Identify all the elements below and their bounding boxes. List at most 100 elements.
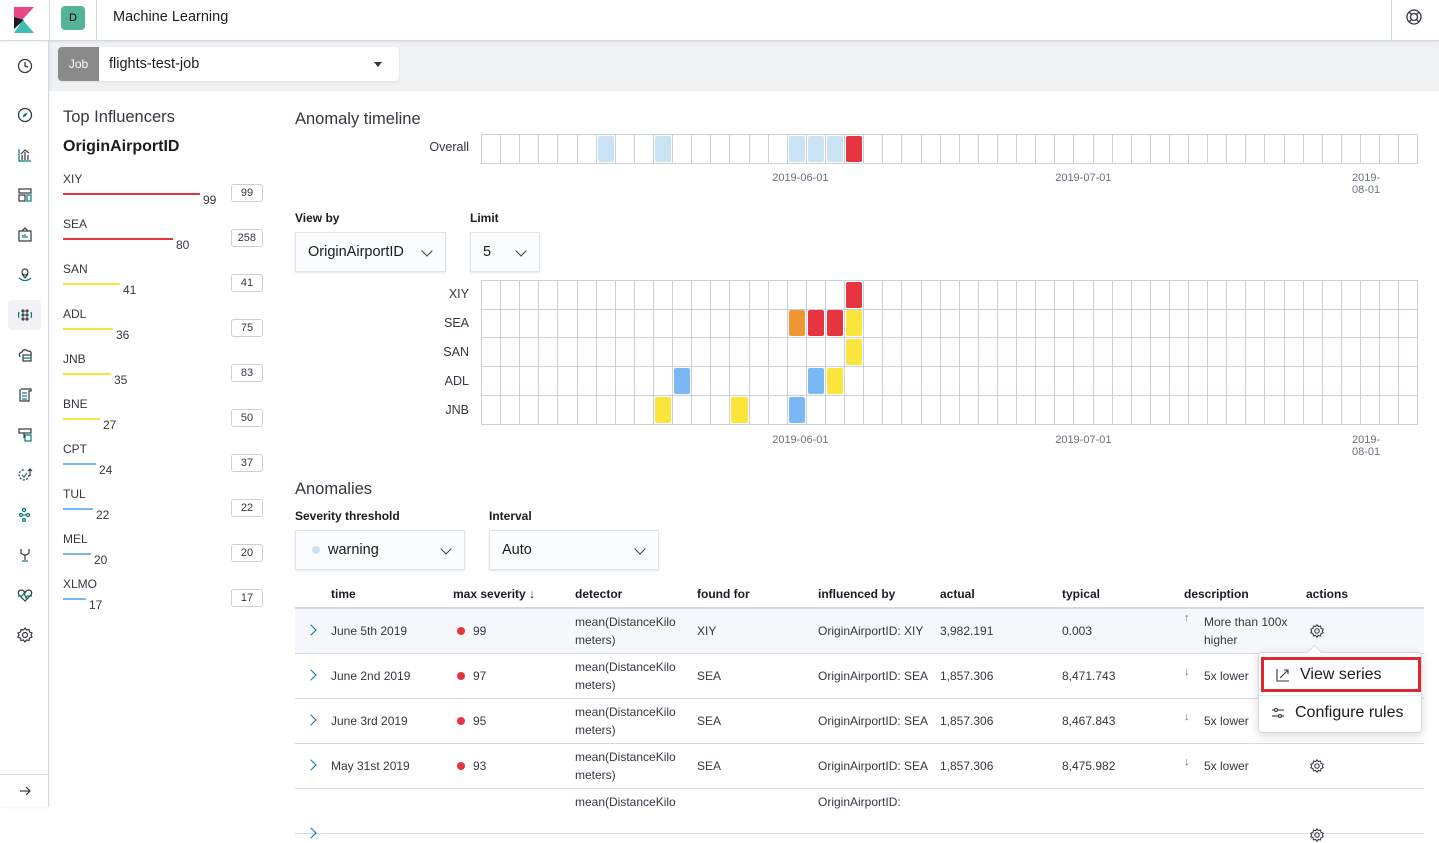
swimlane-cell[interactable] [1303,396,1323,425]
swimlane-cell[interactable] [673,338,693,367]
swimlane-cell[interactable] [711,396,731,425]
influencer-name[interactable]: CPT [63,442,87,456]
space-avatar[interactable]: D [61,6,85,30]
swimlane-cell[interactable] [1246,367,1266,396]
swimlane-cell[interactable] [921,309,941,338]
clock-icon[interactable] [12,53,37,78]
swimlane-cell[interactable] [1208,367,1228,396]
swimlane-cell[interactable] [692,309,712,338]
swimlane-cell[interactable] [845,338,865,367]
swimlane-cell[interactable] [940,135,960,164]
swimlane-label[interactable]: SAN [389,345,469,359]
swimlane-cell[interactable] [1380,396,1400,425]
swimlane-cell[interactable] [1284,396,1304,425]
expand-row-icon[interactable] [305,759,317,771]
view-series-menu-item[interactable]: View series [1261,657,1421,692]
swimlane-cell[interactable] [768,338,788,367]
swimlane-cell[interactable] [883,135,903,164]
swimlane-cell[interactable] [1208,309,1228,338]
swimlane-cell[interactable] [806,135,826,164]
swimlane-cell[interactable] [749,338,769,367]
swimlane-cell[interactable] [1036,281,1056,310]
swimlane-cell[interactable] [1169,135,1190,164]
swimlane-cell[interactable] [634,135,654,164]
swimlane-cell[interactable] [1227,309,1247,338]
swimlane-cell[interactable] [1246,281,1266,310]
swimlane-cell[interactable] [615,309,635,338]
swimlane-cell[interactable] [806,367,826,396]
swimlane-cell[interactable] [634,338,654,367]
swimlane-cell[interactable] [940,338,960,367]
swimlane-cell[interactable] [997,281,1018,310]
swimlane-cell[interactable] [1169,281,1190,310]
swimlane-cell[interactable] [845,281,865,310]
swimlane-cell[interactable] [1399,309,1419,338]
swimlane-cell[interactable] [482,309,502,338]
swimlane-cell[interactable] [653,338,674,367]
swimlane-cell[interactable] [1284,135,1304,164]
swimlane-cell[interactable] [1322,396,1342,425]
interval-select[interactable]: Auto [489,530,659,570]
swimlane-cell[interactable] [501,135,521,164]
swimlane-cell[interactable] [1361,396,1381,425]
swimlane-cell[interactable] [1131,309,1151,338]
swimlane-cell[interactable] [1036,396,1056,425]
swimlane-cell[interactable] [1284,309,1304,338]
swimlane-cell[interactable] [864,396,884,425]
swimlane-cell[interactable] [520,309,540,338]
swimlane-row[interactable] [481,338,1419,367]
swimlane-cell[interactable] [921,338,941,367]
swimlane-cell[interactable] [883,367,903,396]
swimlane-cell[interactable] [558,338,578,367]
swimlane-cell[interactable] [1017,338,1037,367]
influencer-item[interactable]: XLMO 17 17 [63,577,263,622]
swimlane-label[interactable]: JNB [389,403,469,417]
swimlane-cell[interactable] [501,281,521,310]
canvas-icon[interactable] [12,222,37,247]
swimlane-cell[interactable] [845,135,865,164]
swimlane-cell[interactable] [845,367,865,396]
swimlane-cell[interactable] [825,396,846,425]
swimlane-cell[interactable] [864,367,884,396]
swimlane-cell[interactable] [673,135,693,164]
swimlane-cell[interactable] [1074,367,1094,396]
swimlane-cell[interactable] [902,367,922,396]
swimlane-cell[interactable] [1017,281,1037,310]
swimlane-cell[interactable] [1208,338,1228,367]
swimlane-cell[interactable] [615,281,635,310]
swimlane-cell[interactable] [615,135,635,164]
apm-icon[interactable] [12,422,37,447]
gear-icon[interactable] [1309,758,1325,774]
swimlane-cell[interactable] [1399,338,1419,367]
swimlane-cell[interactable] [1399,135,1419,164]
swimlane-cell[interactable] [1265,367,1285,396]
swimlane-cell[interactable] [1169,396,1190,425]
swimlane-cell[interactable] [539,367,559,396]
swimlane-cell[interactable] [1303,135,1323,164]
swimlane-cell[interactable] [634,309,654,338]
swimlane-cell[interactable] [806,281,826,310]
expand-row-icon[interactable] [305,714,317,726]
swimlane-cell[interactable] [596,338,616,367]
swimlane-cell[interactable] [787,281,807,310]
swimlane-cell[interactable] [1036,309,1056,338]
swimlane-cell[interactable] [787,309,807,338]
view-by-select[interactable]: OriginAirportID [295,232,446,272]
swimlane-cell[interactable] [558,309,578,338]
swimlane-cell[interactable] [997,396,1018,425]
swimlane-cell[interactable] [558,135,578,164]
swimlane-cell[interactable] [482,367,502,396]
swimlane-cell[interactable] [768,396,788,425]
swimlane-cell[interactable] [1322,338,1342,367]
swimlane-label[interactable]: XIY [389,287,469,301]
anomaly-cell-low[interactable] [597,136,614,162]
swimlane-cell[interactable] [921,281,941,310]
swimlane-cell[interactable] [1265,281,1285,310]
influencer-item[interactable]: ADL 36 75 [63,307,263,352]
expand-row-icon[interactable] [305,669,317,681]
swimlane-cell[interactable] [825,367,846,396]
swimlane-cell[interactable] [1055,281,1075,310]
swimlane-cell[interactable] [1036,338,1056,367]
swimlane-cell[interactable] [921,367,941,396]
anomaly-cell-minor[interactable] [654,397,672,423]
